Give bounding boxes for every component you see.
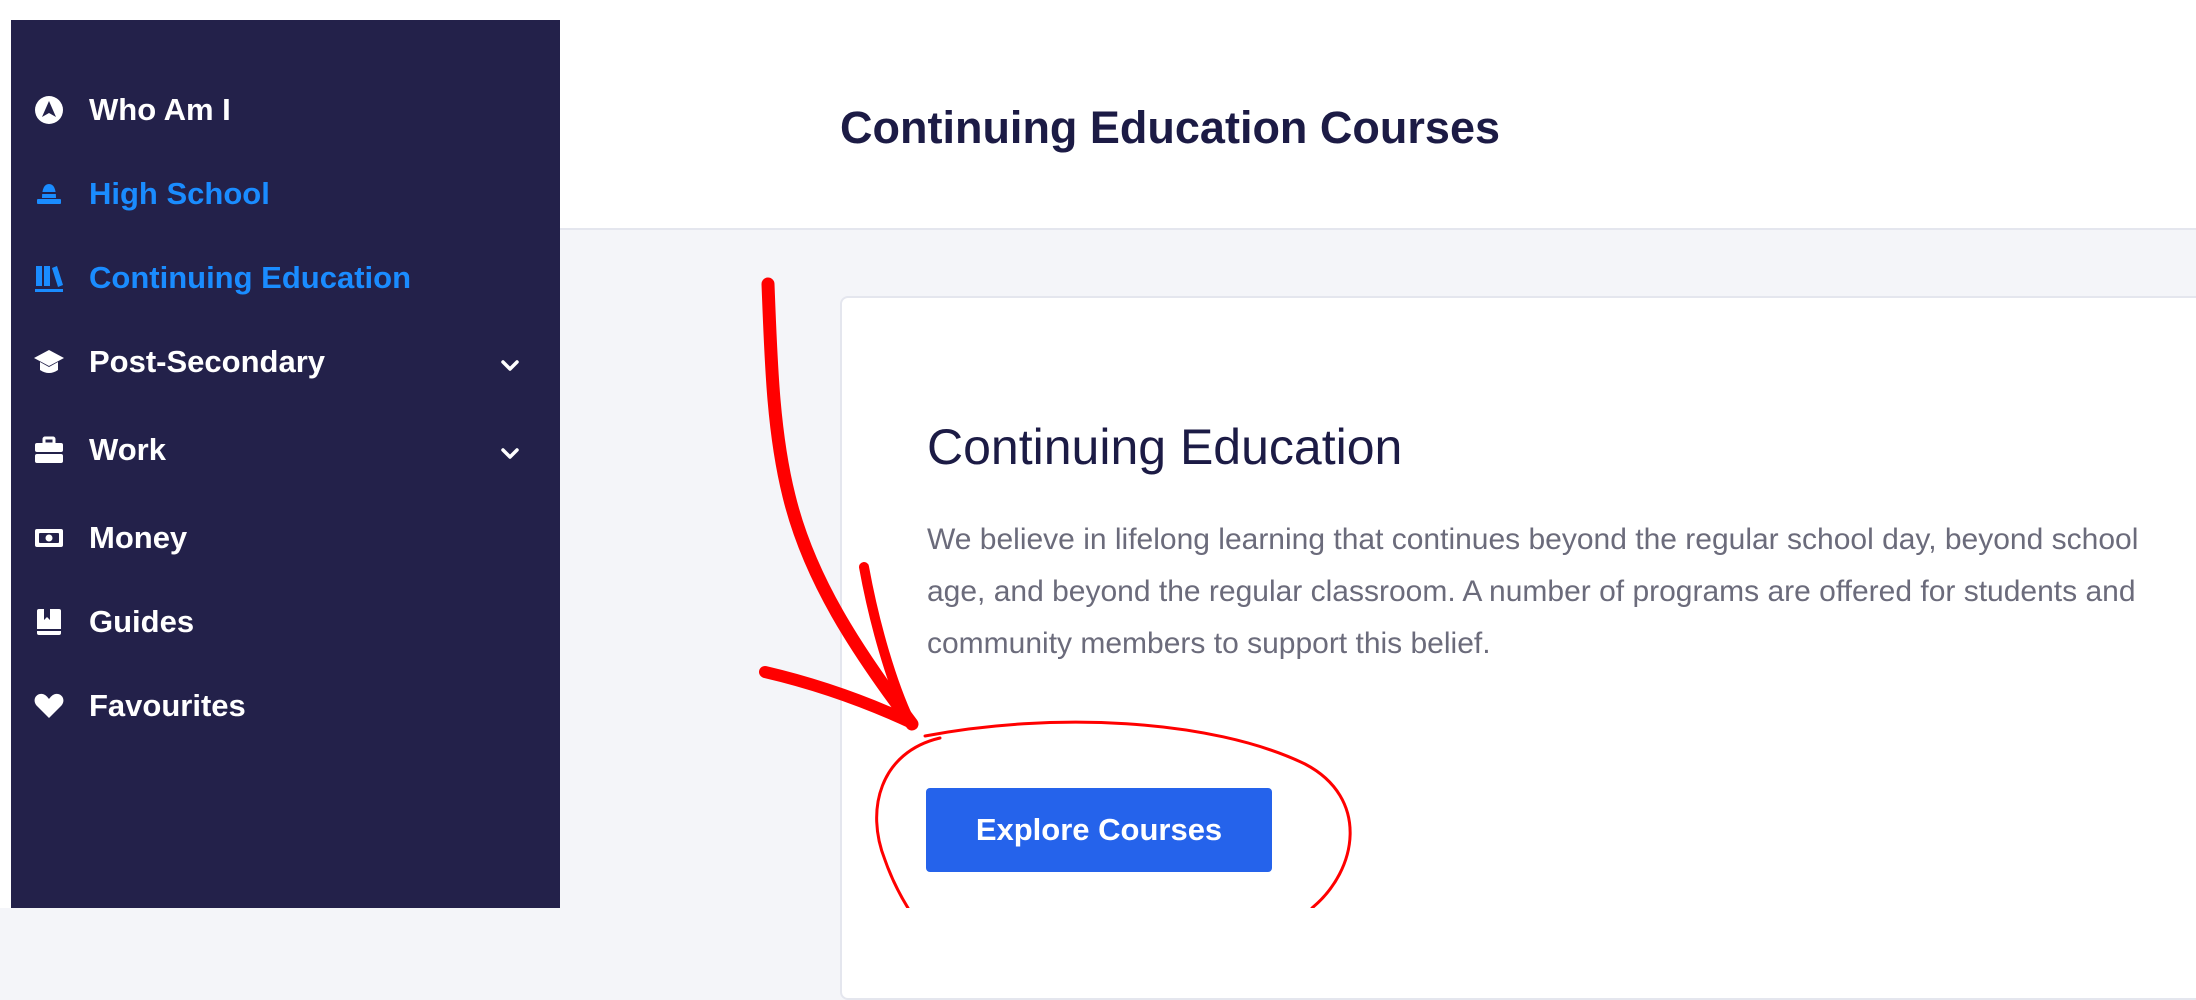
page-header: Continuing Education Courses <box>560 20 2196 230</box>
sidebar-item-label: Money <box>89 520 188 555</box>
card-description: We believe in lifelong learning that con… <box>927 523 2139 660</box>
sidebar-item-post-secondary[interactable]: Post-Secondary <box>11 330 560 394</box>
explore-courses-button[interactable]: Explore Courses <box>926 788 1272 872</box>
book-icon <box>33 606 65 638</box>
sidebar-item-favourites[interactable]: Favourites <box>11 674 560 738</box>
content-card: Continuing Education We believe in lifel… <box>840 296 2196 1000</box>
graduation-cap-icon <box>33 346 65 378</box>
sidebar-item-label: High School <box>89 176 270 211</box>
sidebar-left-edge <box>0 20 11 908</box>
sidebar: Who Am I High School Continuing Educatio… <box>0 20 560 908</box>
page-title: Continuing Education Courses <box>840 102 1500 153</box>
top-strip <box>0 0 2196 20</box>
compass-icon <box>33 94 65 126</box>
briefcase-icon <box>33 434 65 466</box>
sidebar-item-label: Guides <box>89 604 195 639</box>
sidebar-item-high-school[interactable]: High School <box>11 162 560 226</box>
sidebar-item-guides[interactable]: Guides <box>11 590 560 654</box>
chevron-down-icon[interactable] <box>498 438 522 462</box>
sidebar-item-label: Continuing Education <box>89 260 412 295</box>
sidebar-item-label: Work <box>89 432 166 467</box>
money-bill-icon <box>33 522 65 554</box>
sidebar-item-money[interactable]: Money <box>11 506 560 570</box>
heart-icon <box>33 690 65 722</box>
sidebar-item-label: Post-Secondary <box>89 344 326 379</box>
chevron-down-icon[interactable] <box>498 350 522 374</box>
school-bell-icon <box>33 178 65 210</box>
sidebar-item-label: Favourites <box>89 688 246 723</box>
sidebar-item-label: Who Am I <box>89 92 231 127</box>
card-title: Continuing Education <box>927 419 1403 475</box>
sidebar-item-continuing-education[interactable]: Continuing Education <box>11 246 560 310</box>
sidebar-item-work[interactable]: Work <box>11 418 560 482</box>
books-icon <box>33 262 65 294</box>
sidebar-item-who-am-i[interactable]: Who Am I <box>11 78 560 142</box>
